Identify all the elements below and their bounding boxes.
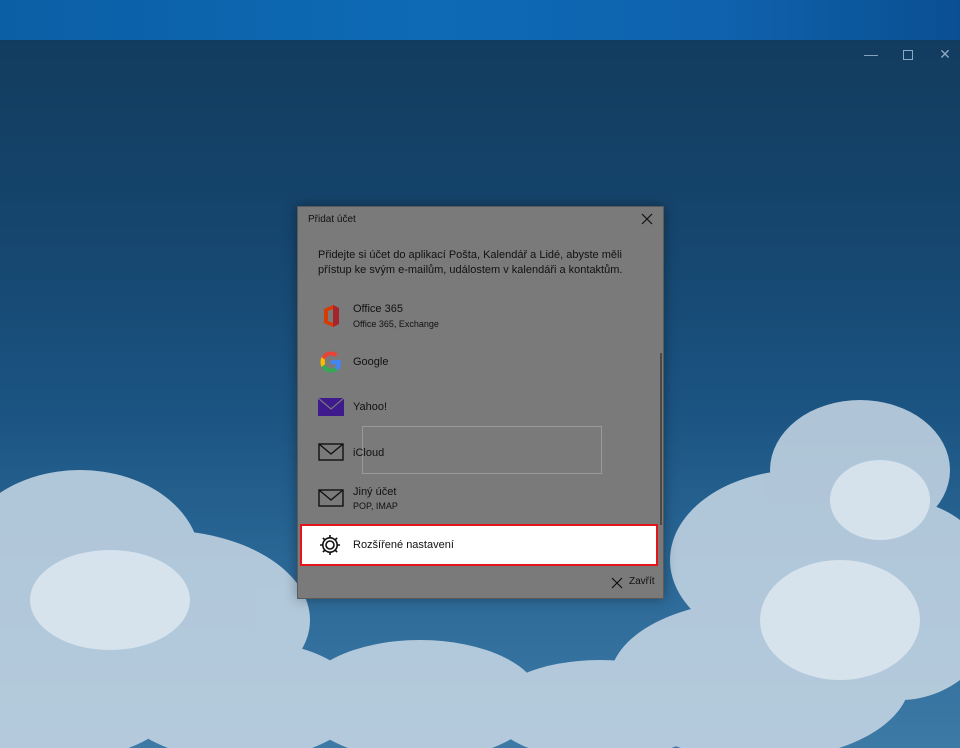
mail-envelope-icon [318, 489, 344, 507]
account-label: Rozšířené nastavení [353, 539, 454, 551]
dialog-description: Přidejte si účet do aplikací Pošta, Kale… [318, 249, 623, 276]
maximize-icon[interactable] [890, 44, 926, 64]
account-option-other[interactable]: Jiný účet POP, IMAP [300, 477, 660, 521]
dialog-title: Přidat účet [308, 214, 356, 225]
account-label: iCloud [353, 447, 385, 459]
title-bar [0, 0, 960, 40]
office-icon [324, 305, 339, 327]
account-label: Yahoo! [353, 401, 388, 413]
account-option-icloud[interactable]: iCloud [300, 431, 660, 475]
close-icon[interactable]: ✕ [927, 44, 960, 64]
add-account-dialog: Přidat účet Přidejte si účet do aplikací… [297, 206, 664, 599]
close-label: Zavřít [629, 576, 655, 587]
yahoo-mail-icon [318, 397, 344, 416]
account-option-google[interactable]: Google [300, 341, 660, 385]
google-icon [320, 351, 341, 373]
account-sublabel: Office 365, Exchange [353, 319, 439, 329]
gear-icon [320, 535, 340, 555]
account-option-office365[interactable]: Office 365 Office 365, Exchange [300, 295, 660, 339]
advanced-settings-option[interactable]: Rozšířené nastavení [300, 524, 658, 566]
account-label: Google [353, 356, 389, 368]
mail-envelope-icon [318, 443, 344, 461]
account-sublabel: POP, IMAP [353, 501, 398, 511]
close-icon [611, 577, 623, 589]
minimize-icon[interactable]: — [853, 44, 889, 64]
dialog-close-icon[interactable] [640, 212, 654, 226]
account-option-yahoo[interactable]: Yahoo! [300, 386, 660, 430]
account-label: Jiný účet [353, 486, 397, 498]
scrollbar[interactable] [660, 353, 662, 525]
account-label: Office 365 [353, 303, 403, 315]
